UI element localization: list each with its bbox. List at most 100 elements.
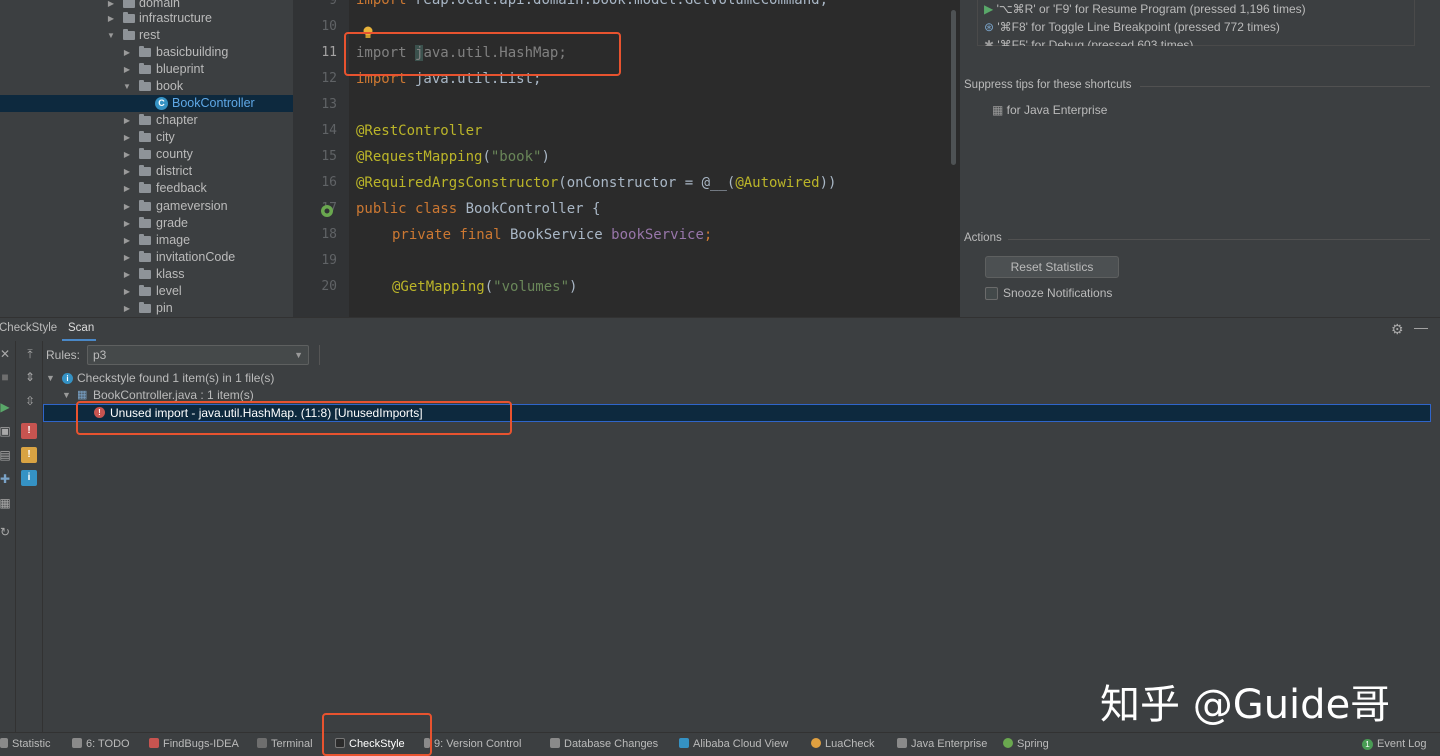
statusbar-terminal[interactable]: Terminal xyxy=(257,738,313,750)
collapse-arrow-icon[interactable]: ▼ xyxy=(46,370,55,387)
expand-arrow-icon[interactable]: ▶ xyxy=(122,146,132,163)
tree-item-pin[interactable]: ▶ pin xyxy=(0,300,293,317)
statusbar-statistic[interactable]: Statistic xyxy=(0,738,51,750)
warning-filter-icon[interactable]: ! xyxy=(21,447,37,463)
tree-item-grade[interactable]: ▶ grade xyxy=(0,215,293,232)
scan-project-icon[interactable]: ▤ xyxy=(0,448,13,462)
tree-item-city[interactable]: ▶ city xyxy=(0,129,293,146)
statusbar-version-control[interactable]: 9: Version Control xyxy=(424,738,521,750)
tree-item-klass[interactable]: ▶ klass xyxy=(0,266,293,283)
tree-item-rest[interactable]: ▼ rest xyxy=(0,27,293,44)
reset-statistics-button[interactable]: Reset Statistics xyxy=(985,256,1119,278)
code-line-16: @RequiredArgsConstructor(onConstructor =… xyxy=(356,175,837,191)
line-number: 16 xyxy=(321,175,337,190)
result-issue-row[interactable]: ! Unused import - java.util.HashMap. (11… xyxy=(43,404,1431,422)
collapse-arrow-icon[interactable]: ▼ xyxy=(62,387,71,404)
tree-item-infrastructure[interactable]: ▶ infrastructure xyxy=(0,10,293,27)
minimize-icon[interactable]: — xyxy=(1414,319,1428,335)
expand-arrow-icon[interactable]: ▶ xyxy=(122,198,132,215)
stop-icon[interactable]: ■ xyxy=(0,370,13,384)
tree-item-invitationcode[interactable]: ▶ invitationCode xyxy=(0,249,293,266)
editor-scrollbar[interactable] xyxy=(951,10,956,165)
rules-select[interactable]: p3 ▼ xyxy=(87,345,309,365)
scan-module-icon[interactable]: ▣ xyxy=(0,424,13,438)
alibaba-cloud-icon xyxy=(679,738,689,748)
folder-icon xyxy=(139,234,151,245)
line-number: 13 xyxy=(321,97,337,112)
tree-item-level[interactable]: ▶ level xyxy=(0,283,293,300)
editor-gutter[interactable]: 9 10 11 12 13 14 15 16 17 18 19 20 xyxy=(293,0,349,317)
collapse-arrow-icon[interactable]: ▼ xyxy=(122,78,132,95)
statusbar-spring[interactable]: Spring xyxy=(1003,738,1049,750)
folder-icon xyxy=(123,0,135,8)
expand-arrow-icon[interactable]: ▶ xyxy=(122,112,132,129)
line-number: 20 xyxy=(321,279,337,294)
run-icon[interactable]: ▶ xyxy=(0,400,13,414)
expand-all-icon[interactable]: ⇕ xyxy=(22,370,38,384)
class-icon: C xyxy=(155,97,168,110)
statusbar-alibaba-cloud[interactable]: Alibaba Cloud View xyxy=(679,738,788,750)
refresh-icon[interactable]: ↻ xyxy=(0,525,13,539)
terminal-icon xyxy=(257,738,267,748)
tree-item-district[interactable]: ▶ district xyxy=(0,163,293,180)
lightbulb-icon[interactable] xyxy=(362,26,374,40)
scan-modified-icon[interactable]: ✚ xyxy=(0,472,13,486)
error-filter-icon[interactable]: ! xyxy=(21,423,37,439)
spring-bean-icon[interactable] xyxy=(320,204,334,218)
statusbar-findbugs[interactable]: FindBugs-IDEA xyxy=(149,738,239,750)
scan-changelist-icon[interactable]: ▦ xyxy=(0,496,13,510)
info-filter-icon[interactable]: i xyxy=(21,470,37,486)
checkstyle-icon xyxy=(335,738,345,748)
pin-icon[interactable]: ⤒ xyxy=(22,347,38,362)
collapse-all-icon[interactable]: ⇳ xyxy=(22,394,38,408)
tree-item-bookcontroller[interactable]: C BookController xyxy=(0,95,293,112)
statusbar-todo[interactable]: 6: TODO xyxy=(72,738,130,750)
expand-arrow-icon[interactable]: ▶ xyxy=(122,44,132,61)
tab-scan[interactable]: Scan xyxy=(68,322,94,334)
tree-item-blueprint[interactable]: ▶ blueprint xyxy=(0,61,293,78)
expand-arrow-icon[interactable]: ▶ xyxy=(122,61,132,78)
expand-arrow-icon[interactable]: ▶ xyxy=(122,232,132,249)
folder-icon xyxy=(139,131,151,142)
expand-arrow-icon[interactable]: ▶ xyxy=(122,266,132,283)
tab-checkstyle[interactable]: CheckStyle xyxy=(0,322,57,334)
line-number: 12 xyxy=(321,71,337,86)
tree-item-chapter[interactable]: ▶ chapter xyxy=(0,112,293,129)
expand-arrow-icon[interactable]: ▶ xyxy=(122,180,132,197)
tree-item-gameversion[interactable]: ▶ gameversion xyxy=(0,198,293,215)
divider xyxy=(319,345,320,365)
collapse-arrow-icon[interactable]: ▼ xyxy=(106,27,116,44)
snooze-checkbox[interactable] xyxy=(985,287,998,300)
expand-arrow-icon[interactable]: ▶ xyxy=(106,10,116,27)
database-icon xyxy=(550,738,560,748)
code-editor[interactable]: 9 10 11 12 13 14 15 16 17 18 19 20 impor… xyxy=(293,0,960,317)
java-enterprise-icon xyxy=(897,738,907,748)
expand-arrow-icon[interactable]: ▶ xyxy=(122,215,132,232)
statusbar-event-log[interactable]: 1 Event Log xyxy=(1362,738,1427,750)
tree-item-image[interactable]: ▶ image xyxy=(0,232,293,249)
statusbar-checkstyle[interactable]: CheckStyle xyxy=(335,738,405,750)
close-icon[interactable]: ✕ xyxy=(0,347,13,361)
suppress-item[interactable]: ▦ for Java Enterprise xyxy=(992,103,1107,117)
tree-item-feedback[interactable]: ▶ feedback xyxy=(0,180,293,197)
code-line-9: import reap.ocat.api.domain.book.model.G… xyxy=(356,0,829,8)
tree-item-book[interactable]: ▼ book xyxy=(0,78,293,95)
statusbar-luacheck[interactable]: LuaCheck xyxy=(811,738,875,750)
expand-arrow-icon[interactable]: ▶ xyxy=(122,249,132,266)
expand-arrow-icon[interactable]: ▶ xyxy=(122,129,132,146)
suppress-title: Suppress tips for these shortcuts xyxy=(964,79,1132,91)
line-number: 14 xyxy=(321,123,337,138)
expand-arrow-icon[interactable]: ▶ xyxy=(122,300,132,317)
statusbar-java-enterprise[interactable]: Java Enterprise xyxy=(897,738,987,750)
expand-arrow-icon[interactable]: ▶ xyxy=(122,163,132,180)
tree-item-county[interactable]: ▶ county xyxy=(0,146,293,163)
version-control-icon xyxy=(424,738,430,748)
expand-arrow-icon[interactable]: ▶ xyxy=(122,283,132,300)
statusbar-database-changes[interactable]: Database Changes xyxy=(550,738,658,750)
tree-item-basicbuilding[interactable]: ▶ basicbuilding xyxy=(0,44,293,61)
snooze-label[interactable]: Snooze Notifications xyxy=(1003,286,1112,300)
gear-icon[interactable]: ⚙ xyxy=(1391,321,1404,338)
folder-icon xyxy=(139,80,151,91)
todo-icon xyxy=(72,738,82,748)
code-line-17: public class BookController { xyxy=(356,201,601,217)
